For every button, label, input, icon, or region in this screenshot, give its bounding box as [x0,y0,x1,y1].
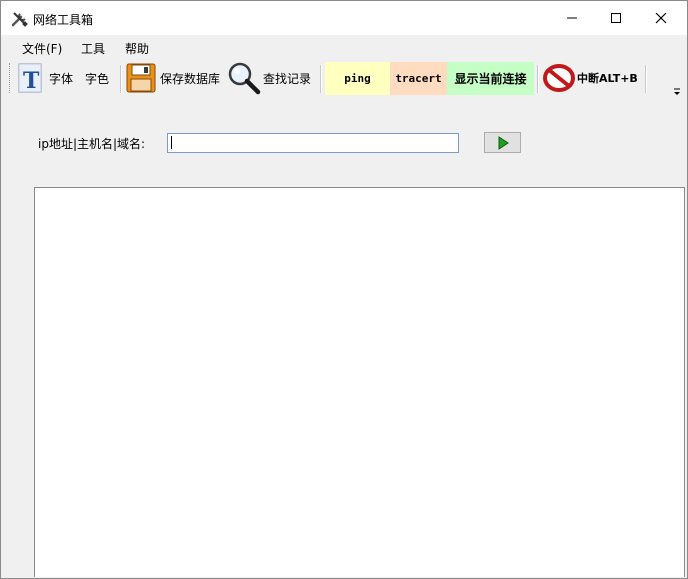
interrupt-label: 中断ALT+B [577,72,638,85]
svg-text:T: T [23,68,40,94]
close-button[interactable] [638,1,684,35]
magnifier-icon [228,62,261,95]
toolbar-grip[interactable] [9,63,13,93]
font-label: 字体 [49,71,74,86]
tracert-button[interactable]: tracert [390,62,447,95]
menu-help[interactable]: 帮助 [125,40,149,57]
text-cursor [171,136,172,149]
show-connections-button[interactable]: 显示当前连接 [447,62,534,95]
interrupt-button[interactable]: 中断ALT+B [542,61,638,95]
show-connections-label: 显示当前连接 [454,72,527,86]
toolbar-separator [537,65,539,93]
ping-button[interactable]: ping [325,62,390,95]
menu-file[interactable]: 文件(F) [22,40,62,57]
close-icon [655,12,667,24]
maximize-button[interactable] [593,1,639,35]
toolbar: T 字体 字色 保存数据库 查找记录 ping tracert 显示当前连接 中… [1,57,687,99]
font-icon: T [18,63,42,94]
find-record-button[interactable]: 查找记录 [227,61,311,95]
minimize-button[interactable] [549,1,595,35]
tools-icon [11,12,28,27]
output-area[interactable] [34,187,685,577]
play-icon [498,135,509,150]
run-button[interactable] [484,132,521,153]
minimize-icon [567,17,577,19]
menu-tools[interactable]: 工具 [81,40,105,57]
toolbar-separator [320,65,322,93]
toolbar-separator [120,65,122,93]
app-window: 网络工具箱 文件(F) 工具 帮助 T 字体 字色 保存数据库 查找记录 pin… [0,0,688,579]
tracert-label: tracert [395,72,442,85]
host-input[interactable] [167,133,459,153]
menu-bar: 文件(F) 工具 帮助 [1,35,687,57]
window-title: 网络工具箱 [33,13,94,27]
no-entry-icon [543,64,575,92]
font-button[interactable]: T 字体 [16,61,73,95]
host-input-label: ip地址|主机名|域名: [38,137,146,151]
toolbar-overflow-icon[interactable] [672,87,682,97]
save-database-button[interactable]: 保存数据库 [125,61,220,95]
toolbar-separator [645,65,647,93]
floppy-disk-icon [126,63,156,93]
ping-label: ping [344,72,371,85]
maximize-icon [611,13,621,23]
find-record-label: 查找记录 [263,71,312,86]
font-color-button[interactable]: 字色 [85,61,109,95]
title-bar: 网络工具箱 [1,1,687,35]
save-database-label: 保存数据库 [160,71,221,86]
font-color-label: 字色 [85,71,110,86]
